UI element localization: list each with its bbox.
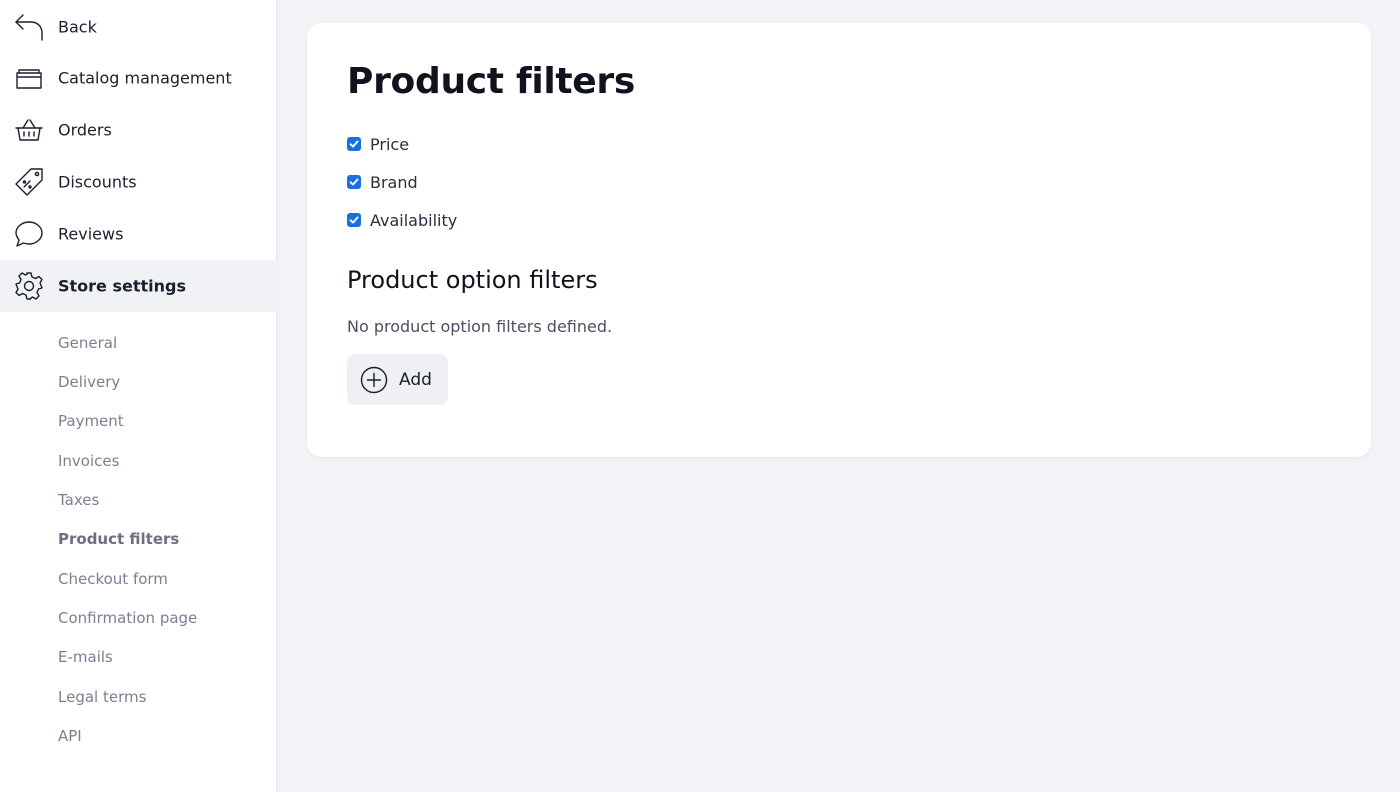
subnav-item-api[interactable]: API: [58, 724, 82, 748]
sidebar-item-orders[interactable]: Orders: [0, 104, 277, 156]
filter-availability-row[interactable]: Availability: [347, 209, 457, 231]
brand-checkbox[interactable]: [347, 175, 361, 189]
price-tag-icon: [14, 167, 44, 197]
filter-brand-row[interactable]: Brand: [347, 171, 418, 193]
sidebar-item-label: Discounts: [58, 172, 137, 192]
gear-icon: [14, 271, 44, 301]
subnav-item-legal-terms[interactable]: Legal terms: [58, 685, 146, 709]
add-button[interactable]: Add: [347, 354, 448, 405]
price-checkbox[interactable]: [347, 137, 361, 151]
sidebar: Back Catalog management Orders Discounts…: [0, 0, 277, 792]
back-label: Back: [58, 17, 97, 37]
page-title: Product filters: [347, 61, 636, 102]
subnav-item-product-filters[interactable]: Product filters: [58, 527, 179, 551]
sidebar-item-label: Catalog management: [58, 68, 232, 88]
option-filters-heading: Product option filters: [347, 266, 598, 294]
availability-label: Availability: [370, 210, 458, 230]
plus-circle-icon: [360, 366, 388, 394]
brand-label: Brand: [370, 172, 418, 192]
add-button-label: Add: [399, 369, 432, 390]
product-filters-card: Product filters Price Brand Availability…: [307, 23, 1371, 457]
basket-icon: [14, 115, 44, 145]
speech-bubble-icon: [14, 219, 44, 249]
subnav-item-invoices[interactable]: Invoices: [58, 449, 119, 473]
subnav-item-general[interactable]: General: [58, 331, 117, 355]
back-arrow-icon: [14, 12, 44, 42]
subnav-item-delivery[interactable]: Delivery: [58, 370, 120, 394]
subnav-item-confirmation-page[interactable]: Confirmation page: [58, 606, 197, 630]
subnav-item-payment[interactable]: Payment: [58, 409, 124, 433]
availability-checkbox[interactable]: [347, 213, 361, 227]
subnav-item-checkout-form[interactable]: Checkout form: [58, 567, 168, 591]
subnav-item-taxes[interactable]: Taxes: [58, 488, 99, 512]
sidebar-item-reviews[interactable]: Reviews: [0, 208, 277, 260]
sidebar-item-label: Store settings: [58, 276, 186, 296]
sidebar-item-catalog-management[interactable]: Catalog management: [0, 52, 277, 104]
empty-state-text: No product option filters defined.: [347, 317, 613, 336]
subnav-item-e-mails[interactable]: E-mails: [58, 645, 113, 669]
folder-icon: [14, 63, 44, 93]
sidebar-item-label: Reviews: [58, 224, 124, 244]
back-button[interactable]: Back: [0, 1, 277, 53]
price-label: Price: [370, 134, 410, 154]
filter-price-row[interactable]: Price: [347, 133, 409, 155]
sidebar-item-label: Orders: [58, 120, 112, 140]
sidebar-item-store-settings[interactable]: Store settings: [0, 260, 277, 312]
sidebar-item-discounts[interactable]: Discounts: [0, 156, 277, 208]
